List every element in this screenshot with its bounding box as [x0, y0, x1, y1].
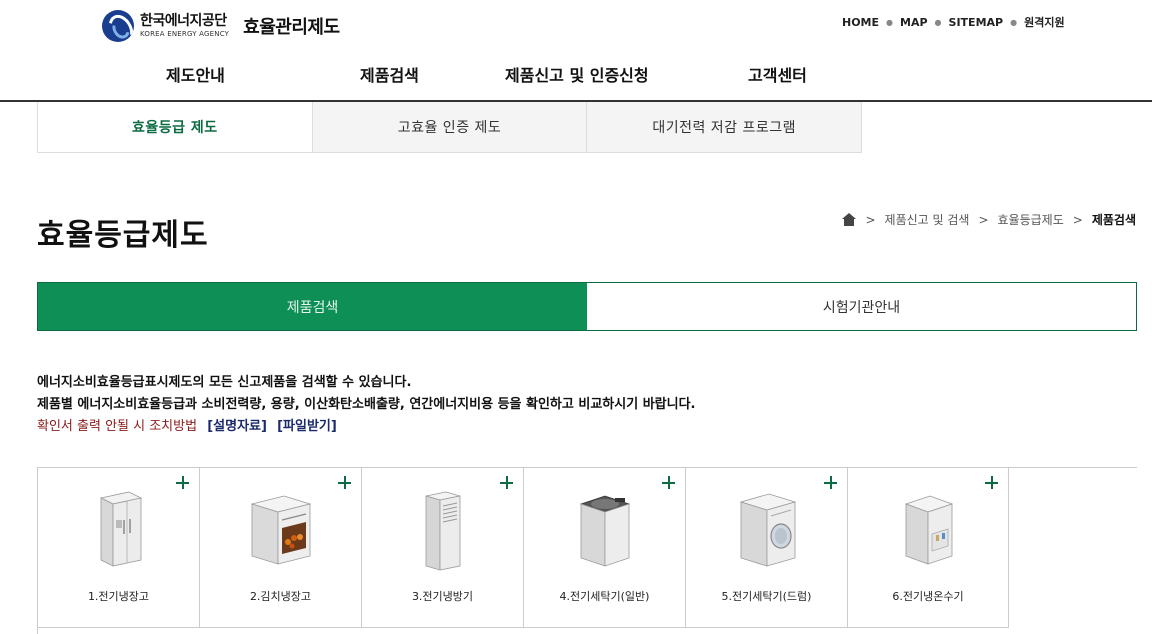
- tab-test-institution[interactable]: 시험기관안내: [587, 283, 1136, 330]
- plus-icon[interactable]: [176, 476, 189, 489]
- breadcrumb-current: 제품검색: [1091, 213, 1136, 227]
- product-label: 5.전기세탁기(드럼): [721, 590, 812, 603]
- description: 에너지소비효율등급표시제도의 모든 신고제품을 검색할 수 있습니다. 제품별 …: [37, 372, 696, 438]
- top-load-washer-icon: [579, 495, 630, 567]
- util-sitemap-link[interactable]: SITEMAP: [949, 16, 1004, 29]
- sub-tabs: 효율등급 제도 고효율 인증 제도 대기전력 저감 프로그램: [37, 102, 862, 153]
- breadcrumb-item[interactable]: 효율등급제도: [998, 211, 1064, 228]
- guide-doc-link[interactable]: [설명자료]: [207, 419, 267, 434]
- plus-icon[interactable]: [824, 476, 837, 489]
- product-card-kimchi-refrigerator[interactable]: 2.김치냉장고: [199, 468, 361, 628]
- subtab-efficiency-grade[interactable]: 효율등급 제도: [38, 102, 312, 152]
- product-label: 6.전기냉온수기: [892, 590, 964, 603]
- chevron-right-icon: >: [978, 212, 989, 227]
- kea-logo-icon: [102, 10, 134, 42]
- logo-en: KOREA ENERGY AGENCY: [140, 30, 230, 38]
- chevron-right-icon: >: [865, 212, 876, 227]
- grid-next-row: [37, 628, 1137, 634]
- nav-item-product-search[interactable]: 제품검색: [360, 62, 419, 86]
- product-card-water-dispenser[interactable]: 6.전기냉온수기: [847, 468, 1009, 628]
- bullet-icon: ●: [934, 17, 942, 27]
- utility-menu: HOME ● MAP ● SITEMAP ● 원격지원: [842, 14, 1065, 30]
- logo[interactable]: 한국에너지공단 KOREA ENERGY AGENCY 효율관리제도: [102, 10, 340, 42]
- plus-icon[interactable]: [985, 476, 998, 489]
- main-nav: 제도안내 제품검색 제품신고 및 인증신청 고객센터: [0, 62, 1152, 88]
- util-remote-support-link[interactable]: 원격지원: [1024, 14, 1064, 30]
- breadcrumb-item[interactable]: 제품신고 및 검색: [885, 211, 970, 228]
- desc-line-3: 확인서 출력 안될 시 조치방법 [설명자료] [파일받기]: [37, 416, 696, 438]
- page-title: 효율등급제도: [37, 218, 209, 253]
- logo-kr: 한국에너지공단: [140, 13, 227, 29]
- product-card-refrigerator[interactable]: 1.전기냉장고: [37, 468, 199, 628]
- breadcrumb: > 제품신고 및 검색 > 효율등급제도 > 제품검색: [842, 211, 1136, 228]
- product-grid: 1.전기냉장고 2.김치냉장고 3.전기냉방기 4.전기세탁기(일반) 5.전기…: [37, 467, 1137, 634]
- kimchi-refrigerator-icon: [250, 495, 311, 565]
- plus-icon[interactable]: [338, 476, 351, 489]
- product-label: 4.전기세탁기(일반): [559, 590, 650, 603]
- desc-line-1: 에너지소비효율등급표시제도의 모든 신고제품을 검색할 수 있습니다.: [37, 375, 412, 390]
- site-title[interactable]: 효율관리제도: [243, 13, 340, 39]
- subtab-high-efficiency[interactable]: 고효율 인증 제도: [311, 102, 587, 152]
- file-download-link[interactable]: [파일받기]: [277, 419, 337, 434]
- nav-item-customer-center[interactable]: 고객센터: [748, 62, 807, 86]
- desc-line-2: 제품별 에너지소비효율등급과 소비전력량, 용량, 이산화탄소배출량, 연간에너…: [37, 397, 696, 412]
- refrigerator-icon: [99, 491, 142, 567]
- plus-icon[interactable]: [662, 476, 675, 489]
- product-card-drum-washer[interactable]: 5.전기세탁기(드럼): [685, 468, 847, 628]
- product-label: 3.전기냉방기: [411, 590, 474, 603]
- site-header: 한국에너지공단 KOREA ENERGY AGENCY 효율관리제도 HOME …: [0, 0, 1152, 102]
- bullet-icon: ●: [886, 17, 894, 27]
- product-label: 1.전기냉장고: [87, 590, 150, 603]
- content-tabs: 제품검색 시험기관안내: [37, 282, 1137, 331]
- plus-icon[interactable]: [500, 476, 513, 489]
- drum-washer-icon: [739, 493, 796, 567]
- home-icon[interactable]: [842, 213, 857, 226]
- logo-text: 한국에너지공단 KOREA ENERGY AGENCY: [140, 13, 229, 39]
- subtab-standby-power[interactable]: 대기전력 저감 프로그램: [586, 102, 862, 152]
- chevron-right-icon: >: [1072, 212, 1083, 227]
- product-card-top-load-washer[interactable]: 4.전기세탁기(일반): [523, 468, 685, 628]
- product-card-air-conditioner[interactable]: 3.전기냉방기: [361, 468, 523, 628]
- tab-product-search[interactable]: 제품검색: [38, 283, 587, 330]
- nav-item-system-info[interactable]: 제도안내: [166, 62, 225, 86]
- nav-item-product-report[interactable]: 제품신고 및 인증신청: [505, 62, 649, 86]
- bullet-icon: ●: [1010, 17, 1018, 27]
- product-label: 2.김치냉장고: [249, 590, 312, 603]
- water-dispenser-icon: [904, 495, 954, 565]
- air-conditioner-icon: [425, 491, 460, 571]
- util-map-link[interactable]: MAP: [900, 16, 928, 29]
- util-home-link[interactable]: HOME: [842, 16, 879, 29]
- print-trouble-text: 확인서 출력 안될 시 조치방법: [37, 419, 198, 434]
